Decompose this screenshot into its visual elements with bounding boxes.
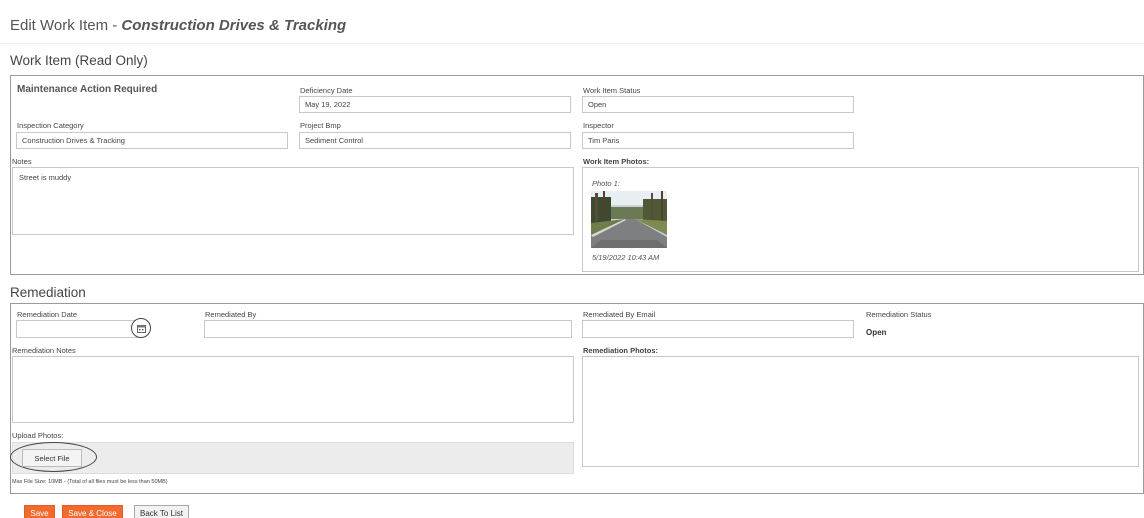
work-item-status-label: Work Item Status — [583, 86, 641, 95]
remediation-notes-textarea[interactable] — [12, 356, 574, 423]
deficiency-date-field: May 19, 2022 — [299, 96, 571, 113]
back-to-list-button[interactable]: Back To List — [134, 505, 189, 518]
remediated-by-input[interactable] — [204, 320, 572, 338]
inspector-field: Tim Paris — [582, 132, 854, 149]
work-item-section-title: Work Item (Read Only) — [10, 53, 148, 68]
remediation-section-title: Remediation — [10, 285, 86, 300]
calendar-icon — [136, 324, 146, 333]
work-item-photos-label: Work Item Photos: — [583, 157, 650, 166]
remediation-status-value: Open — [866, 328, 887, 337]
remediation-notes-label: Remediation Notes — [12, 346, 76, 355]
remediation-status-label: Remediation Status — [866, 310, 932, 319]
remediation-photos-label: Remediation Photos: — [583, 346, 659, 355]
work-item-heading: Maintenance Action Required — [17, 84, 158, 95]
remediation-date-input[interactable] — [16, 320, 140, 338]
project-bmp-label: Project Bmp — [300, 121, 341, 130]
inspector-label: Inspector — [583, 121, 614, 130]
photo-thumbnail[interactable] — [591, 191, 667, 248]
calendar-button[interactable] — [131, 318, 151, 338]
save-close-button[interactable]: Save & Close — [62, 505, 123, 518]
remediated-by-email-input[interactable] — [582, 320, 854, 338]
inspection-category-field: Construction Drives & Tracking — [16, 132, 288, 149]
road-photo-image — [591, 191, 667, 248]
photo-timestamp: 5/19/2022 10:43 AM — [592, 253, 660, 262]
project-bmp-field: Sediment Control — [299, 132, 571, 149]
remediation-date-label: Remediation Date — [17, 310, 78, 319]
page-title-item: Construction Drives & Tracking — [121, 17, 347, 34]
remediated-by-email-label: Remediated By Email — [583, 310, 656, 319]
save-button[interactable]: Save — [24, 505, 55, 518]
upload-size-hint: Max File Size: 10MB - (Total of all file… — [12, 479, 168, 485]
notes-label: Notes — [12, 157, 32, 166]
page-title-prefix: Edit Work Item - — [10, 17, 122, 34]
notes-textarea: Street is muddy — [12, 167, 574, 235]
upload-photos-label: Upload Photos: — [12, 431, 64, 440]
photo-caption: Photo 1: — [592, 179, 620, 188]
remediated-by-label: Remediated By — [205, 310, 257, 319]
deficiency-date-label: Deficiency Date — [300, 86, 353, 95]
remediation-photos-box — [582, 356, 1139, 467]
page-title: Edit Work Item - Construction Drives & T… — [10, 17, 346, 34]
work-item-status-field: Open — [582, 96, 854, 113]
inspection-category-label: Inspection Category — [17, 121, 84, 130]
title-divider — [0, 43, 1144, 44]
select-file-button[interactable]: Select File — [22, 449, 82, 467]
